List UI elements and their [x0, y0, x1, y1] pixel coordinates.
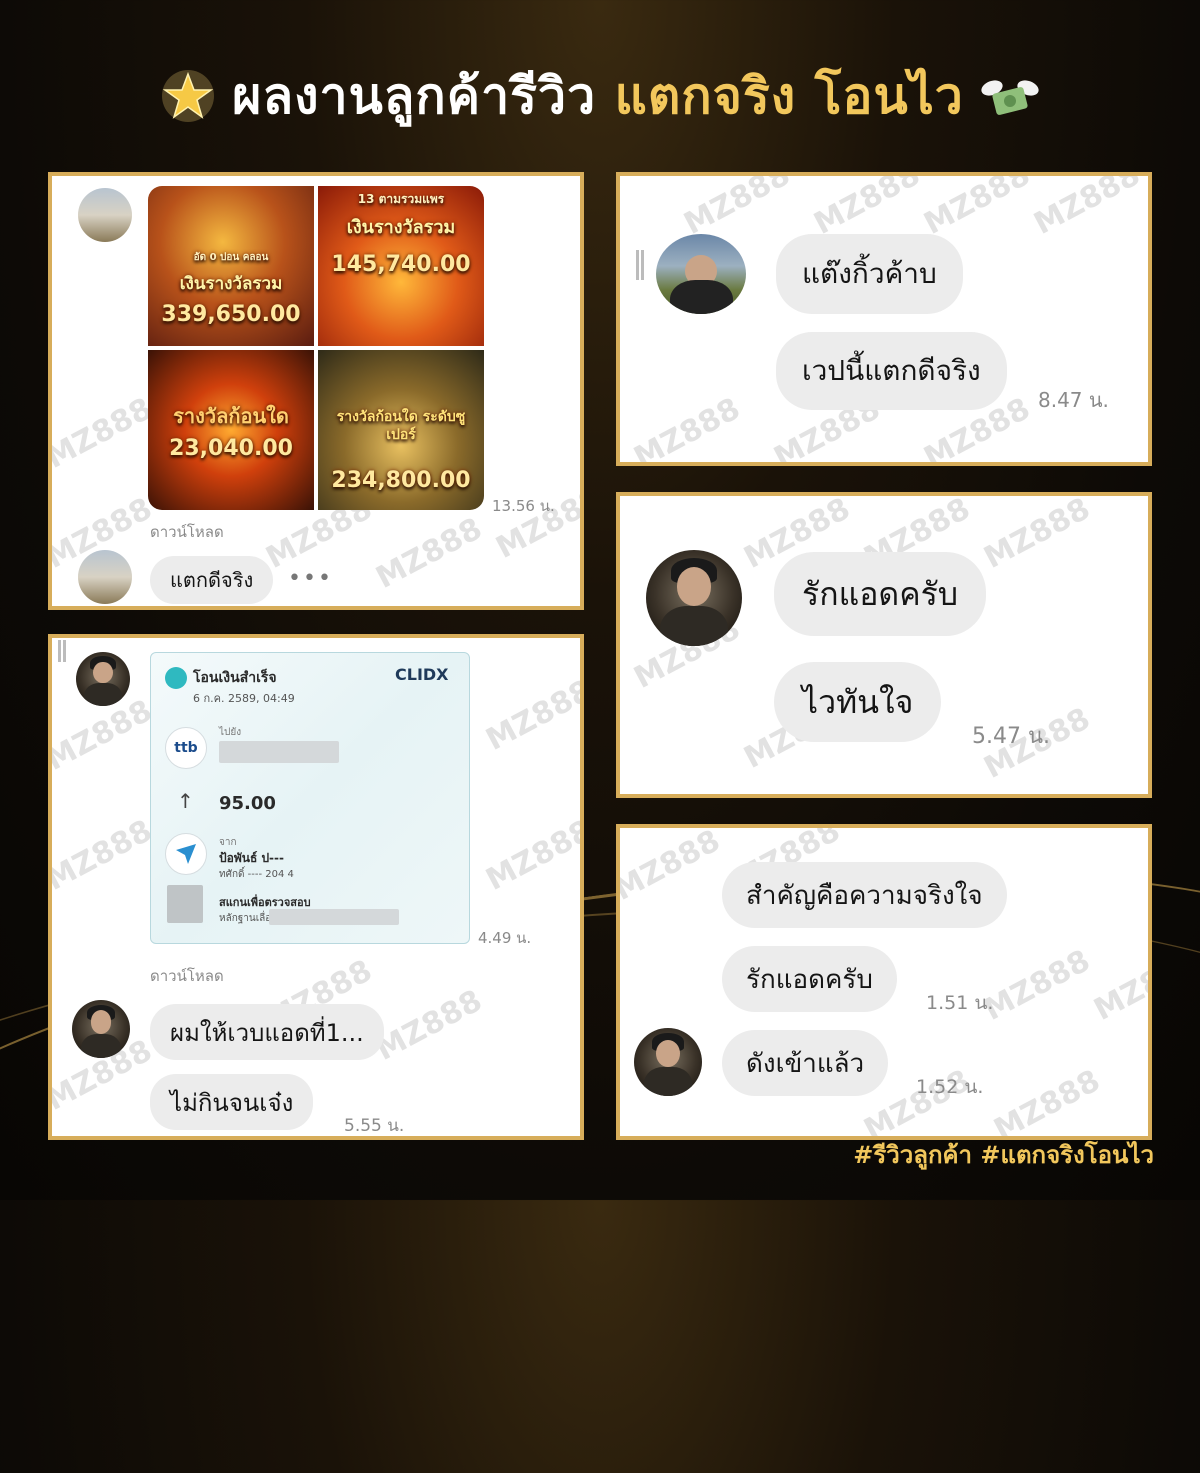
- tile-top-text: อัด 0 ปอน คลอน: [193, 252, 269, 263]
- bank-logo-text: ttb: [174, 740, 198, 756]
- avatar[interactable]: [78, 188, 132, 242]
- tile-value: 339,650.00: [161, 302, 301, 327]
- reference-label: หลักฐานเลื่อ: [219, 913, 272, 924]
- download-label[interactable]: ดาวน์โหลด: [150, 964, 224, 988]
- star-icon: [162, 70, 215, 122]
- transfer-receipt[interactable]: โอนเงินสำเร็จ 6 ก.ค. 2589, 04:49 CLIDX ไ…: [150, 652, 470, 944]
- chat-bubble: ดังเข้าแล้ว: [722, 1030, 889, 1096]
- chat-bubble: เวปนี้แตกดีจริง: [776, 332, 1007, 410]
- hashtags: #รีวิวลูกค้า #แตกจริงโอนไว: [853, 1141, 1154, 1169]
- watermark: MZ888: [978, 496, 1096, 576]
- chat-bubble-text: ผมให้เวบแอดที่1...: [170, 1018, 364, 1047]
- watermark: MZ888: [370, 983, 488, 1068]
- chat-bubble-text: ไม่กินจนเจ๋ง: [170, 1088, 294, 1117]
- watermark: MZ888: [370, 511, 488, 596]
- jackpot-tile-1: อัด 0 ปอน คลอน เงินรางวัลรวม 339,650.00: [148, 186, 314, 346]
- receipt-brand: CLIDX: [395, 665, 449, 684]
- review-panel-2: MZ888 MZ888 MZ888 MZ888 MZ888 MZ888 MZ88…: [616, 172, 1152, 466]
- from-label: จาก: [219, 837, 237, 848]
- ttb-bank-logo: ttb: [165, 727, 207, 769]
- watermark: MZ888: [808, 176, 926, 242]
- watermark: MZ888: [918, 176, 1036, 242]
- message-time: 4.49 น.: [478, 929, 532, 947]
- avatar[interactable]: [76, 652, 130, 706]
- sender-name: ป้อพันธ์ ป---: [219, 851, 284, 865]
- tile-value: 234,800.00: [331, 468, 471, 493]
- message-time: 1.52 น.: [916, 1076, 984, 1098]
- transfer-amount: 95.00: [219, 793, 276, 814]
- paper-plane-icon: [176, 844, 196, 864]
- watermark: MZ888: [1088, 943, 1148, 1028]
- to-label: ไปยัง: [219, 727, 242, 738]
- watermark: MZ888: [480, 813, 580, 898]
- avatar[interactable]: [72, 1000, 130, 1058]
- chat-bubble-text: รักแอดครับ: [802, 574, 959, 613]
- chat-bubble-text: รักแอดครับ: [746, 964, 873, 995]
- chat-bubble: แตกดีจริง: [150, 556, 274, 604]
- check-circle-icon: [165, 667, 187, 689]
- jackpot-tile-2: 13 ตามรวมแพร เงินรางวัลรวม 145,740.00: [318, 186, 484, 346]
- chat-bubble-text: เวปนี้แตกดีจริง: [802, 354, 981, 387]
- chat-bubble-text: ไวทันใจ: [802, 682, 914, 721]
- watermark: MZ888: [978, 943, 1096, 1028]
- avatar[interactable]: [646, 550, 742, 646]
- tile-caption: รางวัลก้อนใด ระดับซูเปอร์: [336, 409, 466, 443]
- tile-value: 23,040.00: [169, 436, 293, 461]
- redacted-field: [269, 909, 399, 925]
- winged-money-icon: [981, 80, 1039, 115]
- jackpot-tile-3: รางวัลก้อนใด 23,040.00: [148, 350, 314, 510]
- drag-handle-icon: [636, 250, 644, 280]
- tile-value: 145,740.00: [331, 252, 471, 277]
- redacted-field: [219, 741, 339, 763]
- message-time: 13.56 น.: [492, 497, 555, 515]
- download-label[interactable]: ดาวน์โหลด: [150, 520, 224, 544]
- title-white: ผลงานลูกค้ารีวิว: [232, 66, 597, 125]
- avatar[interactable]: [78, 550, 132, 604]
- tile-caption: เงินรางวัลรวม: [346, 217, 456, 238]
- chat-bubble-text: สำคัญคือความจริงใจ: [746, 880, 983, 911]
- page-title: ผลงานลูกค้ารีวิว แตกจริง โอนไว: [232, 57, 964, 136]
- chat-bubble: แต๊งกิ้วค้าบ: [776, 234, 963, 314]
- watermark: MZ888: [620, 828, 726, 908]
- message-time: 1.51 น.: [926, 992, 994, 1014]
- avatar[interactable]: [634, 1028, 702, 1096]
- more-options-icon[interactable]: •••: [288, 566, 333, 591]
- drag-handle-icon: [58, 640, 66, 662]
- chat-bubble-text: แต๊งกิ้วค้าบ: [802, 257, 937, 290]
- chat-bubble: ไวทันใจ: [774, 662, 942, 742]
- title-gold: แตกจริง โอนไว: [614, 66, 964, 125]
- chat-bubble: ผมให้เวบแอดที่1...: [150, 1004, 384, 1060]
- qr-code: [167, 885, 203, 923]
- jackpot-tile-4: รางวัลก้อนใด ระดับซูเปอร์ 234,800.00: [318, 350, 484, 510]
- watermark: MZ888: [678, 176, 796, 242]
- tile-top-text: 13 ตามรวมแพร: [357, 192, 445, 206]
- watermark: MZ888: [988, 1063, 1106, 1136]
- chat-bubble-text: แตกดีจริง: [170, 568, 254, 592]
- tile-caption: เงินรางวัลรวม: [179, 274, 283, 294]
- sender-account: ทศักดิ์ ---- 204 4: [219, 869, 294, 880]
- up-arrow-icon: ↑: [177, 789, 194, 813]
- watermark: MZ888: [52, 391, 158, 476]
- chat-bubble: ไม่กินจนเจ๋ง: [150, 1074, 314, 1130]
- page-header: ผลงานลูกค้ารีวิว แตกจริง โอนไว: [0, 56, 1200, 136]
- chat-bubble: รักแอดครับ: [722, 946, 897, 1012]
- watermark: MZ888: [628, 391, 746, 462]
- message-time: 5.55 น.: [344, 1116, 405, 1136]
- chat-bubble-text: ดังเข้าแล้ว: [746, 1048, 865, 1079]
- message-time: 8.47 น.: [1038, 388, 1109, 412]
- watermark: MZ888: [52, 813, 158, 898]
- chat-bubble: รักแอดครับ: [774, 552, 987, 636]
- tile-caption: รางวัลก้อนใด: [173, 404, 289, 428]
- watermark: MZ888: [1028, 176, 1146, 242]
- avatar[interactable]: [656, 234, 746, 314]
- sender-bank-logo: [165, 833, 207, 875]
- message-time: 5.47 น.: [972, 724, 1051, 749]
- watermark-layer: MZ888 MZ888 MZ888 MZ888 MZ888 MZ888 MZ88…: [620, 176, 1148, 462]
- receipt-datetime: 6 ก.ค. 2589, 04:49: [193, 692, 295, 705]
- jackpot-image-grid[interactable]: อัด 0 ปอน คลอน เงินรางวัลรวม 339,650.00 …: [148, 186, 484, 510]
- watermark: MZ888: [480, 673, 580, 758]
- chat-bubble: สำคัญคือความจริงใจ: [722, 862, 1007, 928]
- receipt-status: โอนเงินสำเร็จ: [193, 670, 277, 686]
